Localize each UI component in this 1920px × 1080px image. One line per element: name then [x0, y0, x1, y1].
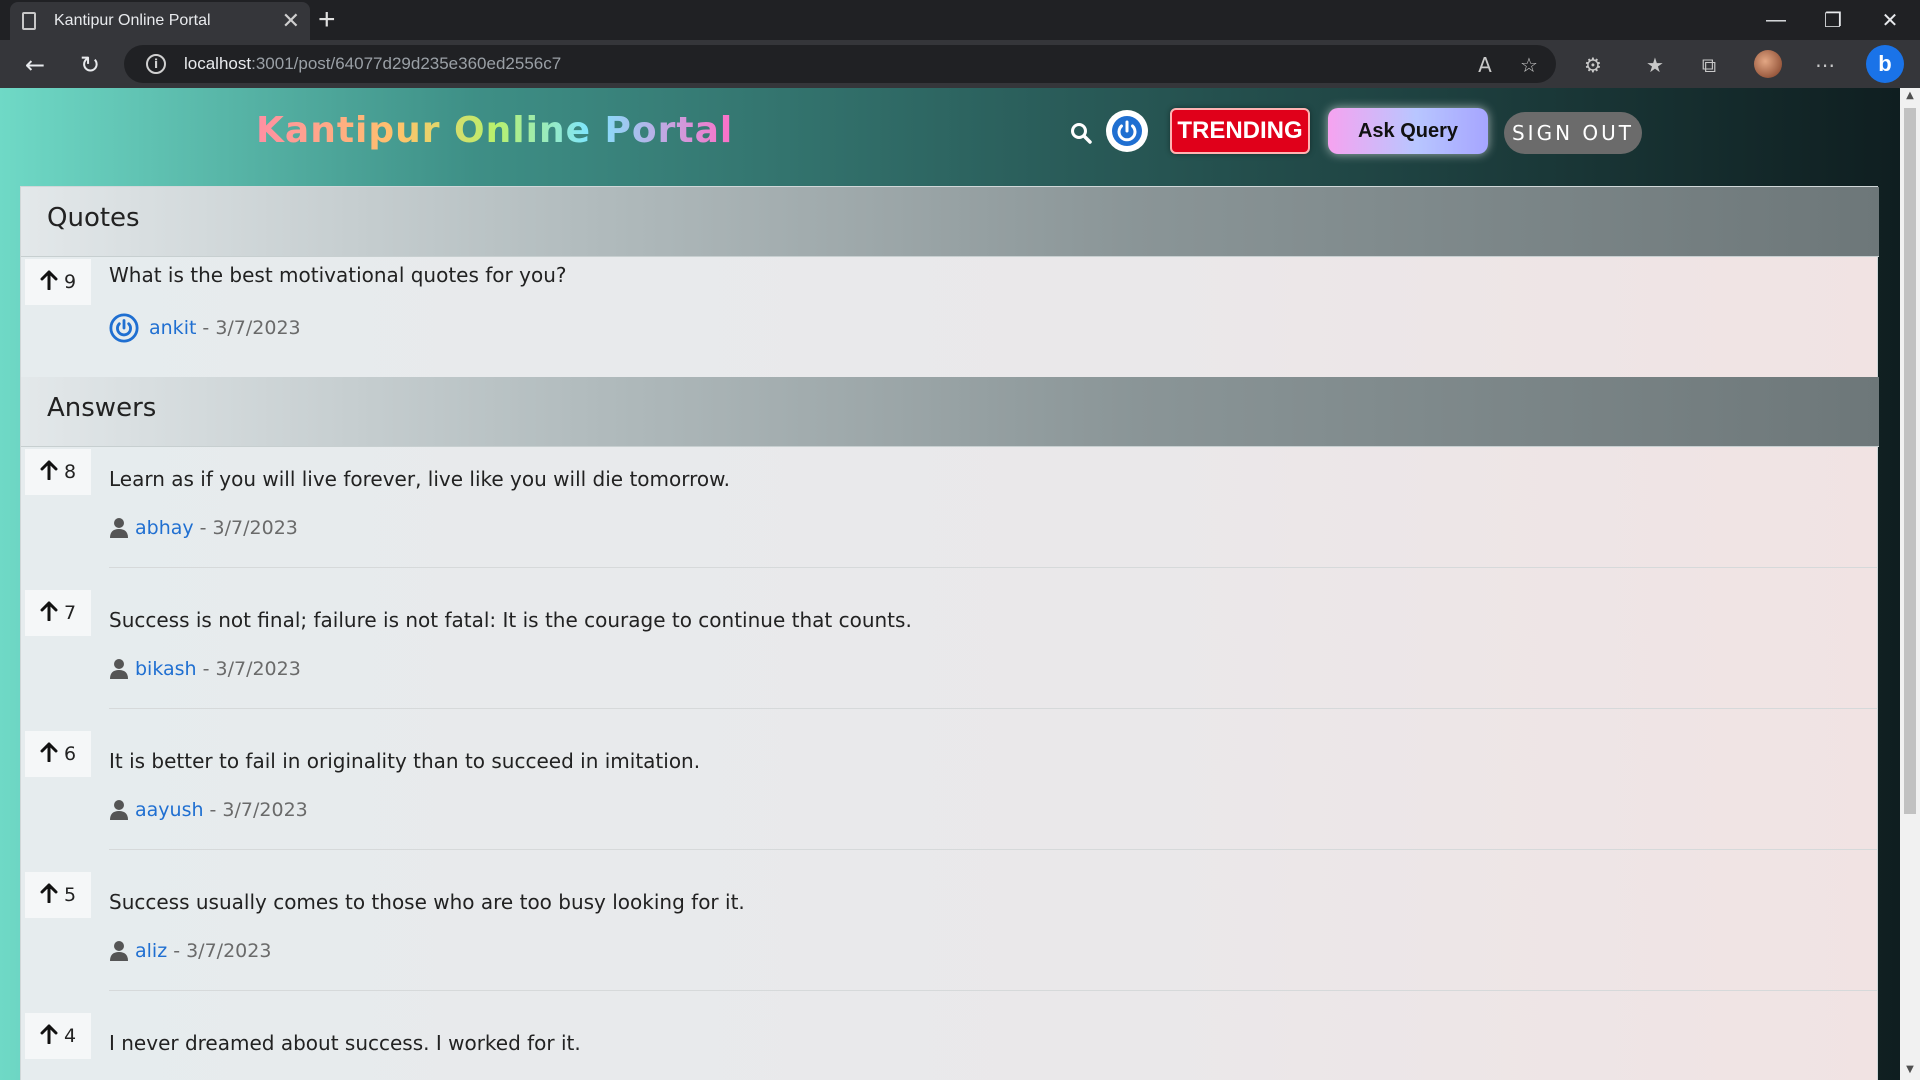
site-logo[interactable]: Kantipur Online Portal — [256, 110, 733, 151]
restore-icon[interactable]: ❐ — [1803, 0, 1863, 40]
arrow-up-icon — [40, 460, 58, 485]
answer-divider — [109, 567, 1877, 568]
tab-close-icon[interactable]: ✕ — [282, 8, 300, 34]
answer-divider — [109, 849, 1877, 850]
arrow-up-icon — [40, 1024, 58, 1049]
user-icon — [109, 940, 129, 962]
answer-meta: aayush - 3/7/2023 — [109, 799, 308, 821]
power-avatar-icon — [109, 313, 139, 343]
answer-meta: bikash - 3/7/2023 — [109, 658, 301, 680]
collections-icon[interactable]: ⧉ — [1694, 50, 1724, 80]
answer-text: Success is not final; failure is not fat… — [109, 608, 912, 632]
question-text: What is the best motivational quotes for… — [109, 263, 567, 287]
more-menu-icon[interactable]: ⋯ — [1810, 50, 1840, 80]
answer-text: Success usually comes to those who are t… — [109, 890, 745, 914]
upvote-button[interactable]: 9 — [25, 259, 91, 305]
post-card: Quotes 9 What is the best motivational q… — [20, 186, 1879, 1080]
upvote-button[interactable]: 4 — [25, 1013, 91, 1059]
answer-text: Learn as if you will live forever, live … — [109, 467, 731, 491]
read-aloud-icon[interactable]: A — [1470, 50, 1500, 80]
page-viewport: Kantipur Online Portal TRENDING Ask Quer… — [0, 88, 1900, 1080]
post-date: - 3/7/2023 — [202, 658, 301, 680]
user-icon — [109, 517, 129, 539]
back-icon[interactable]: ← — [18, 48, 52, 82]
browser-tab[interactable]: Kantipur Online Portal ✕ — [10, 2, 310, 40]
upvote-button[interactable]: 8 — [25, 449, 91, 495]
reload-icon[interactable]: ↻ — [73, 48, 107, 82]
answer-text: I never dreamed about success. I worked … — [109, 1031, 581, 1055]
tab-title: Kantipur Online Portal — [54, 12, 211, 29]
answer-divider — [109, 990, 1877, 991]
author-link[interactable]: abhay — [135, 517, 194, 539]
vote-count: 8 — [63, 461, 77, 483]
search-icon[interactable] — [1066, 118, 1096, 148]
address-bar[interactable]: i localhost:3001/post/64077d29d235e360ed… — [124, 45, 1556, 83]
answer-meta: aliz - 3/7/2023 — [109, 940, 271, 962]
sign-out-button[interactable]: SIGN OUT — [1504, 112, 1642, 154]
extensions-icon[interactable]: ⚙ — [1578, 50, 1608, 80]
add-favorite-icon[interactable]: ☆ — [1514, 50, 1544, 80]
answer-text: It is better to fail in originality than… — [109, 749, 701, 773]
favorites-icon[interactable]: ★ — [1640, 50, 1670, 80]
question-meta: ankit - 3/7/2023 — [109, 313, 301, 343]
site-header: Kantipur Online Portal TRENDING Ask Quer… — [0, 88, 1900, 174]
arrow-up-icon — [40, 601, 58, 626]
arrow-up-icon — [40, 742, 58, 767]
vote-count: 7 — [63, 602, 77, 624]
new-tab-icon[interactable]: + — [318, 2, 336, 38]
author-link[interactable]: aayush — [135, 799, 204, 821]
answers-section-header: Answers — [21, 377, 1879, 447]
upvote-button[interactable]: 5 — [25, 872, 91, 918]
browser-tab-strip: Kantipur Online Portal ✕ + — ❐ ✕ — [0, 0, 1920, 40]
url-text: localhost:3001/post/64077d29d235e360ed25… — [184, 54, 562, 73]
scroll-down-icon[interactable]: ▼ — [1904, 1064, 1916, 1078]
page-icon — [22, 12, 36, 30]
answer-meta: abhay - 3/7/2023 — [109, 517, 298, 539]
section-title: Answers — [47, 393, 157, 423]
post-date: - 3/7/2023 — [202, 317, 301, 339]
trending-button[interactable]: TRENDING — [1170, 108, 1310, 154]
arrow-up-icon — [40, 883, 58, 908]
scrollbar-thumb[interactable] — [1904, 108, 1916, 814]
section-title: Quotes — [47, 203, 140, 233]
answer-divider — [109, 708, 1877, 709]
power-icon[interactable] — [1106, 110, 1148, 152]
user-icon — [109, 658, 129, 680]
ask-query-button[interactable]: Ask Query — [1328, 108, 1488, 154]
bing-icon[interactable]: b — [1866, 45, 1904, 83]
minimize-icon[interactable]: — — [1746, 0, 1806, 40]
author-link[interactable]: ankit — [149, 317, 196, 339]
author-link[interactable]: aliz — [135, 940, 167, 962]
site-info-icon[interactable]: i — [146, 54, 166, 74]
scroll-up-icon[interactable]: ▲ — [1904, 90, 1916, 104]
profile-avatar[interactable] — [1754, 50, 1782, 78]
window-close-icon[interactable]: ✕ — [1860, 0, 1920, 40]
page-scrollbar[interactable]: ▲ ▼ — [1900, 88, 1920, 1080]
author-link[interactable]: bikash — [135, 658, 197, 680]
upvote-button[interactable]: 7 — [25, 590, 91, 636]
question-section-header: Quotes — [21, 187, 1879, 257]
vote-count: 5 — [63, 884, 77, 906]
post-date: - 3/7/2023 — [209, 799, 308, 821]
vote-count: 4 — [63, 1025, 77, 1047]
vote-count: 6 — [63, 743, 77, 765]
user-icon — [109, 799, 129, 821]
arrow-up-icon — [40, 270, 58, 295]
upvote-button[interactable]: 6 — [25, 731, 91, 777]
post-date: - 3/7/2023 — [173, 940, 272, 962]
vote-count: 9 — [63, 271, 77, 293]
post-date: - 3/7/2023 — [199, 517, 298, 539]
